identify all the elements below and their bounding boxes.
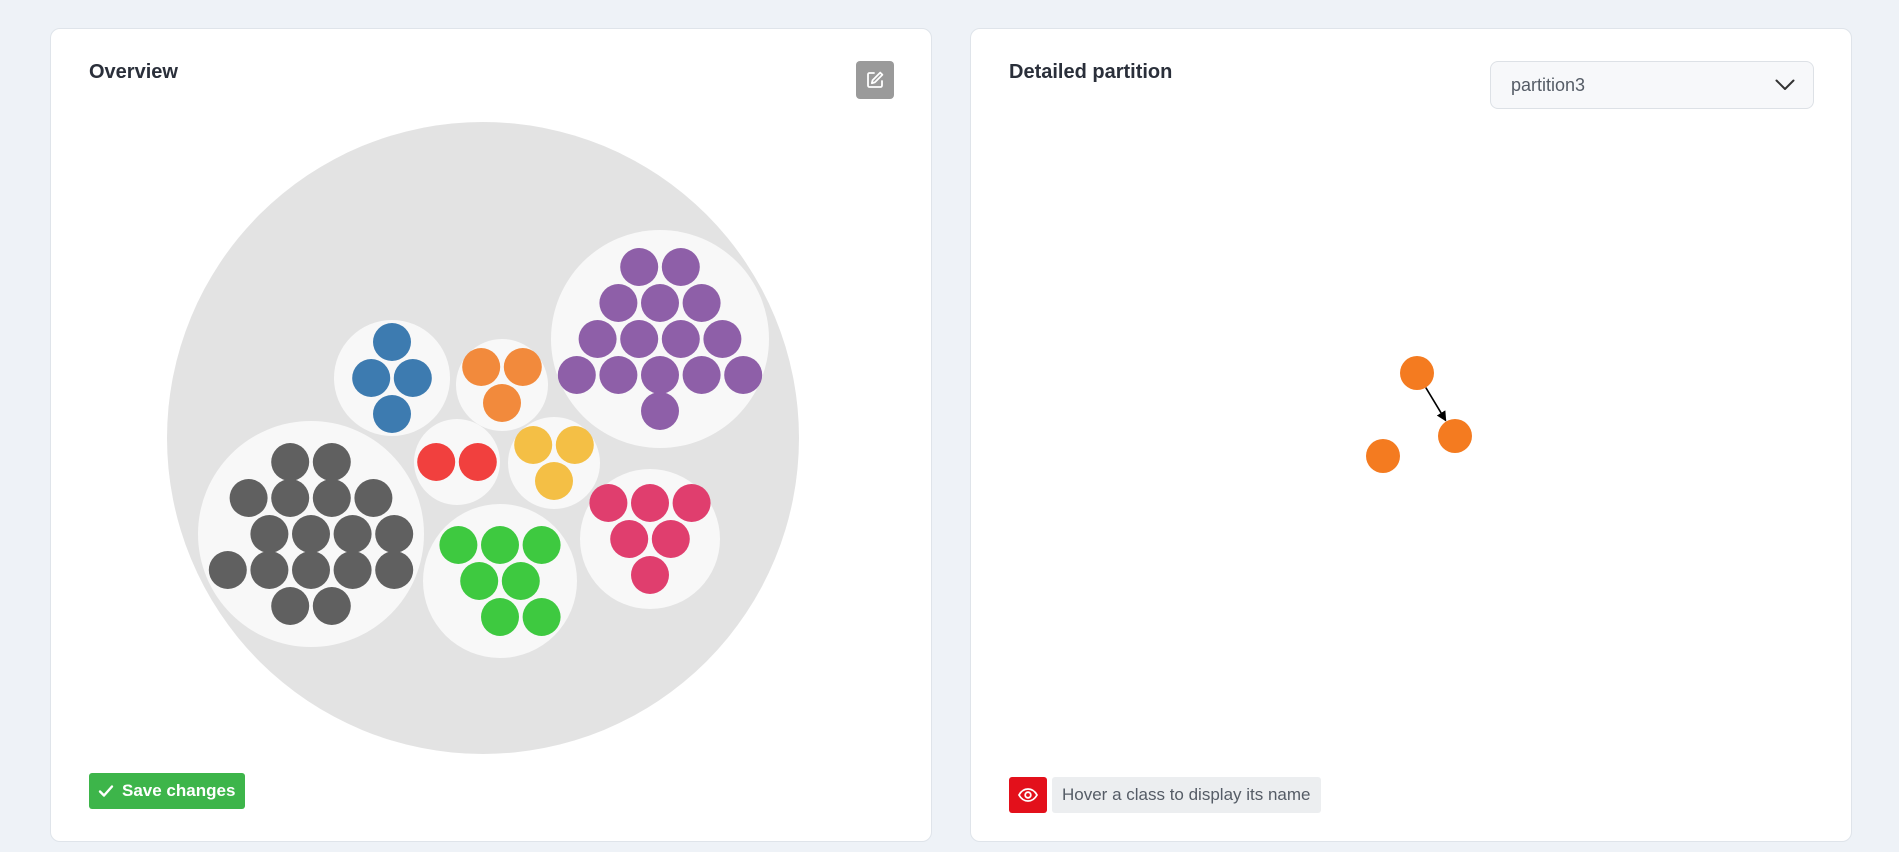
class-node[interactable] [439,526,478,564]
cluster-red[interactable] [414,419,500,505]
cluster-gray[interactable] [198,421,424,647]
class-node[interactable] [503,348,542,386]
dependency-edge [1425,387,1447,422]
class-node[interactable] [703,320,742,358]
class-node[interactable] [651,520,690,558]
class-node[interactable] [483,384,521,422]
class-node[interactable] [631,484,669,522]
toggle-labels-button[interactable] [1009,777,1047,813]
class-node[interactable] [724,356,763,394]
class-node[interactable] [250,551,289,589]
class-node[interactable] [481,598,519,636]
class-node[interactable] [312,587,351,625]
cluster-yellow[interactable] [508,417,600,509]
class-node[interactable] [578,320,617,358]
class-node[interactable] [292,515,330,553]
class-node[interactable] [599,356,638,394]
class-node[interactable] [373,395,411,433]
class-node[interactable] [641,284,679,322]
partition-graph [1366,356,1472,473]
cluster-pink[interactable] [580,469,720,609]
cluster-blue[interactable] [334,320,450,436]
class-node[interactable] [682,284,721,322]
class-node[interactable] [661,320,700,358]
class-node[interactable] [354,479,393,517]
class-node[interactable] [333,551,372,589]
class-node[interactable] [661,248,700,286]
partition-class-node[interactable] [1366,439,1400,473]
save-changes-button[interactable]: Save changes [89,773,246,809]
save-changes-label: Save changes [122,781,236,800]
class-node[interactable] [458,443,497,481]
class-node[interactable] [620,320,659,358]
class-node[interactable] [462,348,501,386]
class-node[interactable] [271,587,310,625]
class-node[interactable] [641,392,679,430]
class-node[interactable] [535,462,573,500]
overview-bubble-chart [167,122,799,754]
class-node[interactable] [672,484,711,522]
class-node[interactable] [229,479,268,517]
class-node[interactable] [271,479,310,517]
class-node[interactable] [417,443,456,481]
class-node[interactable] [375,515,414,553]
class-node[interactable] [522,526,561,564]
partition-class-node[interactable] [1400,356,1434,390]
class-node[interactable] [481,526,519,564]
cluster-green[interactable] [423,504,577,658]
eye-icon [1018,788,1038,802]
class-node[interactable] [522,598,561,636]
class-node[interactable] [312,479,351,517]
class-node[interactable] [557,356,596,394]
class-node[interactable] [312,443,351,481]
class-node[interactable] [250,515,289,553]
class-node[interactable] [610,520,649,558]
hover-hint: Hover a class to display its name [1052,777,1321,813]
class-node[interactable] [375,551,414,589]
detail-panel: Detailed partition partition3 Hover a cl… [970,28,1852,842]
class-node[interactable] [373,323,411,361]
class-node[interactable] [682,356,721,394]
class-node[interactable] [641,356,679,394]
class-node[interactable] [352,359,391,397]
class-node[interactable] [620,248,659,286]
class-node[interactable] [589,484,628,522]
class-node[interactable] [631,556,669,594]
class-node[interactable] [208,551,247,589]
partition-class-node[interactable] [1438,419,1472,453]
cluster-purple[interactable] [551,230,769,448]
overview-panel: Overview Save changes [50,28,932,842]
class-node[interactable] [555,426,594,464]
class-node[interactable] [514,426,553,464]
class-node[interactable] [501,562,540,600]
class-node[interactable] [460,562,499,600]
class-node[interactable] [393,359,432,397]
class-node[interactable] [292,551,330,589]
check-icon [98,784,114,798]
cluster-orange[interactable] [456,339,548,431]
class-node[interactable] [333,515,372,553]
class-node[interactable] [271,443,310,481]
class-node[interactable] [599,284,638,322]
